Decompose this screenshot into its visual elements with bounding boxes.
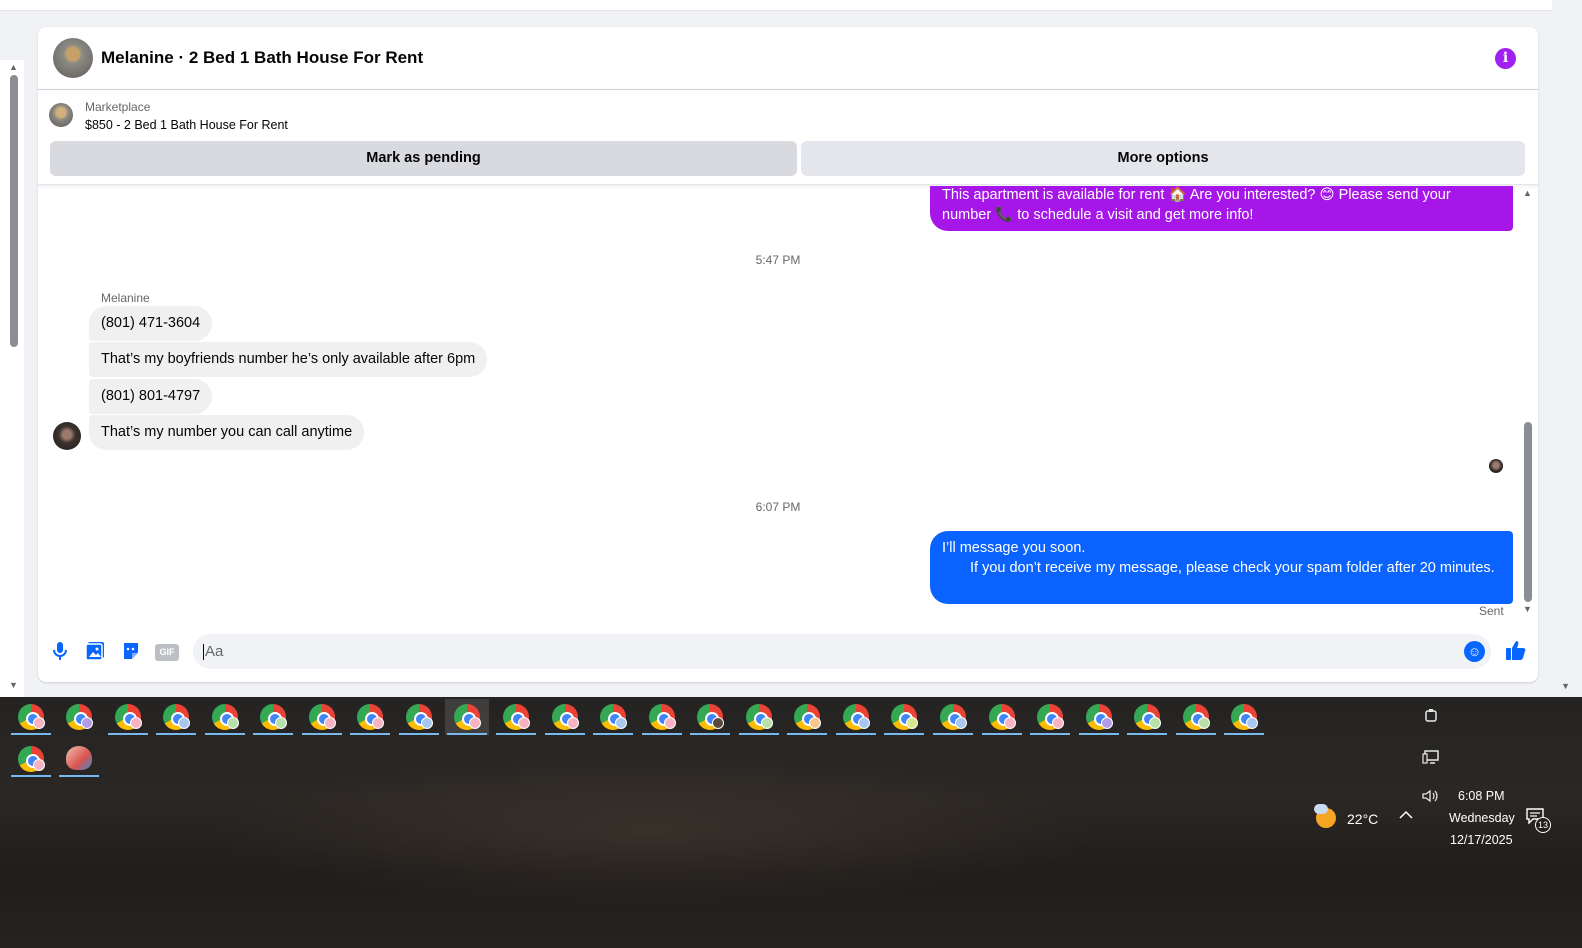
- notification-count-badge: 13: [1535, 817, 1551, 833]
- chrome-profile-icon[interactable]: [203, 699, 247, 735]
- chrome-profile-icon[interactable]: [591, 699, 635, 735]
- incoming-message[interactable]: That’s my boyfriends number he’s only av…: [89, 342, 488, 377]
- outgoing-message[interactable]: I’ll message you soon. If you don’t rece…: [930, 531, 1513, 604]
- info-icon[interactable]: i: [1495, 48, 1516, 69]
- chrome-profile-icon[interactable]: [737, 699, 781, 735]
- chrome-profile-icon[interactable]: [9, 741, 53, 777]
- clock-time[interactable]: 6:08 PM: [1458, 789, 1505, 803]
- chrome-profile-icon[interactable]: [1174, 699, 1218, 735]
- scroll-down-arrow-icon[interactable]: ▼: [1523, 604, 1532, 614]
- chrome-profile-icon[interactable]: [9, 699, 53, 735]
- chrome-profile-icon[interactable]: [1077, 699, 1121, 735]
- chrome-profile-icon[interactable]: [688, 699, 732, 735]
- marketplace-listing-banner: Marketplace $850 - 2 Bed 1 Bath House Fo…: [38, 91, 1538, 185]
- chat-header: Melanine · 2 Bed 1 Bath House For Rent i: [38, 27, 1538, 90]
- listing-price-title[interactable]: $850 - 2 Bed 1 Bath House For Rent: [85, 118, 288, 132]
- microphone-icon-graphic: [53, 642, 67, 660]
- message-timestamp: 5:47 PM: [755, 253, 801, 267]
- chrome-profile-icon[interactable]: [785, 699, 829, 735]
- message-line: I’ll message you soon.: [942, 540, 1086, 556]
- scroll-up-arrow-icon[interactable]: ▲: [9, 62, 18, 72]
- more-options-button[interactable]: More options: [801, 141, 1525, 176]
- chrome-profile-icon[interactable]: [106, 699, 150, 735]
- chrome-profile-icon[interactable]: [834, 699, 878, 735]
- paint-app-icon[interactable]: [57, 741, 101, 777]
- scroll-down-arrow-icon[interactable]: ▼: [9, 680, 18, 690]
- notification-center-icon[interactable]: 13: [1526, 808, 1552, 834]
- gif-icon[interactable]: GIF: [155, 644, 179, 661]
- chrome-profile-icon[interactable]: [348, 699, 392, 735]
- photo-gallery-icon-graphic: [85, 642, 104, 661]
- chrome-profile-icon[interactable]: [397, 699, 441, 735]
- contact-avatar[interactable]: [53, 38, 93, 78]
- network-icon[interactable]: [1422, 749, 1440, 768]
- message-input[interactable]: [205, 634, 1435, 669]
- chrome-profile-icon[interactable]: [931, 699, 975, 735]
- chrome-profile-icon[interactable]: [640, 699, 684, 735]
- thumbs-up-icon-graphic: [1506, 641, 1526, 660]
- chrome-profile-icon[interactable]: [494, 699, 538, 735]
- listing-thumbnail[interactable]: [49, 103, 73, 127]
- chrome-profile-icon[interactable]: [57, 699, 101, 735]
- windows-taskbar: 22°C 6:08 PM Wednesday 12/17/2025 13: [0, 697, 1582, 948]
- chrome-profile-icon[interactable]: [300, 699, 344, 735]
- message-thread[interactable]: This apartment is available for rent 🏠 A…: [38, 186, 1538, 626]
- message-timestamp: 6:07 PM: [755, 500, 801, 514]
- meet-now-icon-graphic: [1425, 709, 1437, 722]
- clock-day[interactable]: Wednesday: [1449, 811, 1515, 825]
- volume-icon[interactable]: [1422, 789, 1440, 806]
- scroll-down-arrow-icon[interactable]: ▼: [1561, 681, 1570, 691]
- scrollbar-thumb[interactable]: [10, 75, 18, 347]
- right-scroll-gutter: ▼: [1552, 11, 1582, 697]
- scroll-up-arrow-icon[interactable]: ▲: [1523, 188, 1532, 198]
- photo-gallery-icon[interactable]: [84, 641, 106, 663]
- incoming-message[interactable]: That’s my number you can call anytime: [89, 415, 365, 450]
- listing-source-label: Marketplace: [85, 100, 151, 114]
- top-bar: [0, 0, 1552, 11]
- weather-icon[interactable]: [1314, 804, 1340, 830]
- chat-window: Melanine · 2 Bed 1 Bath House For Rent i…: [38, 27, 1538, 682]
- desktop-wallpaper-glow: [200, 757, 1100, 907]
- text-caret: [203, 644, 204, 660]
- mark-as-pending-button[interactable]: Mark as pending: [50, 141, 797, 176]
- chrome-profile-icon[interactable]: [154, 699, 198, 735]
- message-input-box[interactable]: ☺: [193, 634, 1491, 669]
- thread-scrollbar[interactable]: ▲ ▼: [1521, 186, 1538, 626]
- sender-avatar[interactable]: [53, 422, 81, 450]
- chrome-profile-icon[interactable]: [882, 699, 926, 735]
- chevron-up-icon[interactable]: [1399, 807, 1413, 824]
- message-line: If you don’t receive my message, please …: [970, 559, 1495, 576]
- chat-title[interactable]: Melanine · 2 Bed 1 Bath House For Rent: [101, 48, 423, 68]
- sticker-icon-graphic: [124, 643, 138, 659]
- weather-temperature[interactable]: 22°C: [1347, 811, 1378, 827]
- outgoing-message[interactable]: This apartment is available for rent 🏠 A…: [930, 186, 1513, 231]
- sticker-icon[interactable]: [120, 641, 142, 663]
- volume-icon-graphic: [1422, 789, 1438, 803]
- chevron-up-icon-graphic: [1399, 810, 1413, 819]
- sender-name: Melanine: [101, 291, 150, 305]
- page-scrollbar[interactable]: ▲ ▼: [0, 60, 24, 697]
- chrome-profile-icon-active[interactable]: [445, 699, 489, 735]
- emoji-icon[interactable]: ☺: [1464, 641, 1485, 662]
- chrome-profile-icon[interactable]: [251, 699, 295, 735]
- chrome-profile-icon[interactable]: [543, 699, 587, 735]
- seen-receipt-avatar: [1489, 459, 1503, 473]
- clock-date[interactable]: 12/17/2025: [1450, 833, 1513, 847]
- chrome-profile-icon[interactable]: [1125, 699, 1169, 735]
- chrome-profile-icon[interactable]: [980, 699, 1024, 735]
- incoming-message[interactable]: (801) 471-3604: [89, 306, 213, 341]
- meet-now-icon[interactable]: [1424, 708, 1438, 727]
- sent-status-label: Sent: [1479, 604, 1504, 618]
- network-icon-graphic: [1422, 750, 1439, 764]
- message-composer: GIF ☺: [38, 627, 1538, 682]
- scrollbar-thumb[interactable]: [1524, 422, 1532, 602]
- thumbs-up-icon[interactable]: [1504, 639, 1528, 663]
- microphone-icon[interactable]: [49, 641, 71, 663]
- incoming-message[interactable]: (801) 801-4797: [89, 379, 213, 414]
- chrome-profile-icon[interactable]: [1222, 699, 1266, 735]
- chrome-profile-icon[interactable]: [1028, 699, 1072, 735]
